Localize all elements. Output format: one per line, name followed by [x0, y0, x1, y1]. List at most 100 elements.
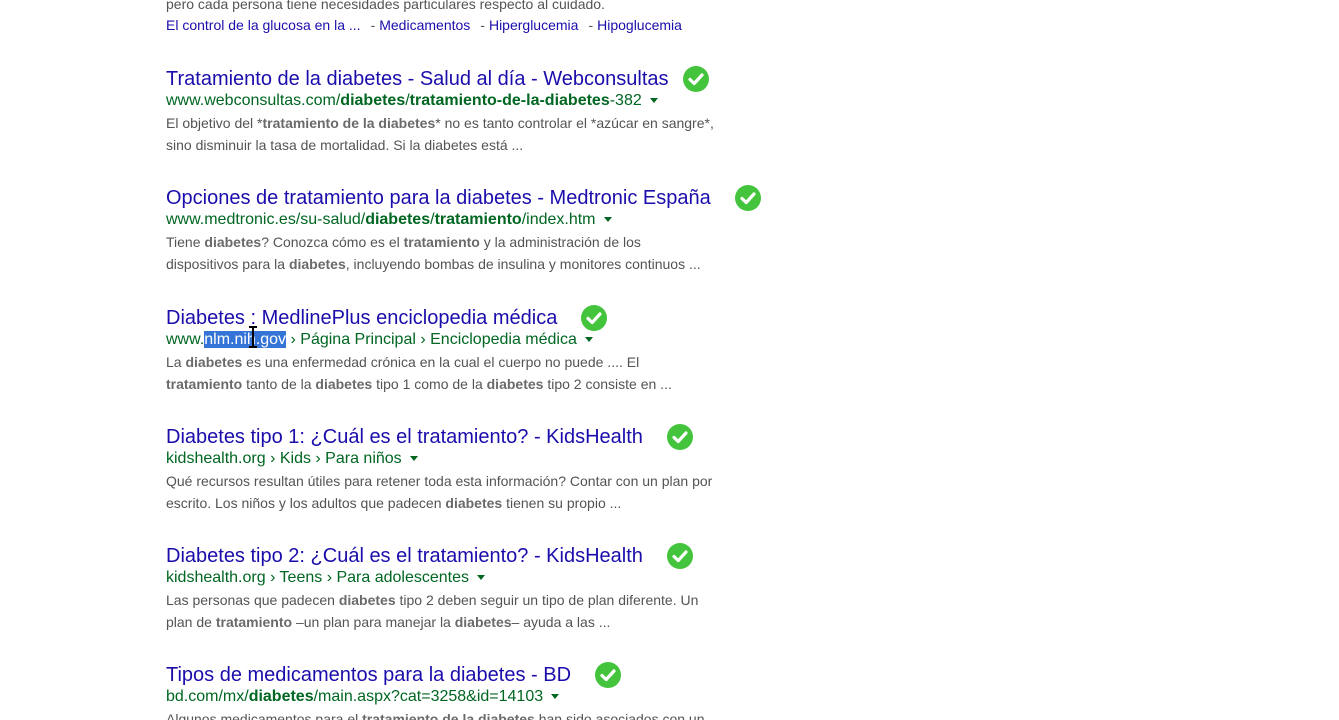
check-icon [666, 543, 693, 569]
sitelinks: El control de la glucosa en la ... - Medic… [166, 14, 866, 36]
result-url: kidshealth.org › Teens › Para adolescent… [166, 568, 846, 588]
snippet-text: escrito. Los niños y los adultos que pad… [166, 495, 446, 511]
result-snippet: Algunos medicamentos para el tratamiento… [166, 708, 846, 720]
snippet-text: * no es tanto controlar el *azúcar en sa… [435, 115, 714, 131]
url-text: www.webconsultas.com/diabetes/tratamient… [166, 92, 642, 109]
sitelink[interactable]: Hiperglucemia [489, 17, 578, 33]
snippet-line: escrito. Los niños y los adultos que pad… [166, 492, 846, 514]
snippet-text: Tiene [166, 234, 205, 250]
result-snippet: La diabetes es una enfermedad crónica en… [166, 351, 846, 395]
sitelink-separator: - [480, 17, 485, 33]
url-segment: kidshealth.org › Teens › Para adolescent… [166, 569, 469, 586]
url-segment: kidshealth.org › Kids › Para niños [166, 450, 402, 467]
url-text: www.medtronic.es/su-salud/diabetes/trata… [166, 211, 596, 228]
snippet-text: tienen su propio ... [502, 495, 622, 511]
snippet-keyword: tratamiento [403, 234, 480, 250]
partial-result-top: pero cada persona tiene necesidades part… [166, 0, 866, 36]
search-results-page: pero cada persona tiene necesidades part… [0, 0, 1339, 720]
result-url: www.medtronic.es/su-salud/diabetes/trata… [166, 210, 846, 230]
sitelink[interactable]: Hipoglucemia [597, 17, 682, 33]
url-dropdown-arrow-icon[interactable] [409, 456, 418, 462]
snippet-keyword: diabetes [315, 376, 373, 392]
snippet-text: ? Conozca cómo es el [261, 234, 404, 250]
snippet-text: La [166, 354, 186, 370]
search-result: Diabetes : MedlinePlus enciclopedia médi… [166, 305, 846, 395]
url-keyword: diabetes [340, 92, 406, 109]
result-title-link[interactable]: Tratamiento de la diabetes - Salud al dí… [166, 66, 669, 92]
search-result: Diabetes tipo 1: ¿Cuál es el tratamiento… [166, 424, 846, 514]
check-icon [666, 424, 693, 450]
url-segment: bd.com/mx/ [166, 688, 249, 705]
snippet-text: sino disminuir la tasa de mortalidad. Si… [166, 137, 524, 153]
snippet-text: plan de [166, 614, 216, 630]
snippet-text: Qué recursos resultan útiles para retene… [166, 473, 713, 489]
snippet-line: La diabetes es una enfermedad crónica en… [166, 351, 846, 373]
sitelink[interactable]: Medicamentos [379, 17, 470, 33]
selected-url-text[interactable]: nlm.nih.gov [204, 331, 287, 348]
result-url: bd.com/mx/diabetes/main.aspx?cat=3258&id… [166, 687, 846, 707]
snippet-text: –un plan para manejar la [292, 614, 455, 630]
snippet-line: dispositivos para la diabetes, incluyend… [166, 253, 846, 275]
url-dropdown-arrow-icon[interactable] [477, 575, 485, 581]
search-result: Tratamiento de la diabetes - Salud al dí… [166, 66, 846, 156]
result-url: www.nlm.nih.gov › Página Principal › Enc… [166, 330, 846, 350]
result-title-link[interactable]: Diabetes tipo 1: ¿Cuál es el tratamiento… [166, 424, 643, 450]
url-dropdown-arrow-icon[interactable] [603, 217, 612, 223]
url-dropdown-arrow-icon[interactable] [584, 337, 593, 343]
snippet-text: El objetivo del * [166, 115, 263, 131]
snippet-line: Algunos medicamentos para el tratamiento… [166, 708, 846, 720]
result-title-link[interactable]: Diabetes : MedlinePlus enciclopedia médi… [166, 305, 557, 331]
result-title-link[interactable]: Opciones de tratamiento para la diabetes… [166, 185, 711, 211]
snippet-line: tratamiento tanto de la diabetes tipo 1 … [166, 373, 846, 395]
url-keyword: tratamiento [434, 211, 522, 228]
result-title-link[interactable]: Diabetes tipo 2: ¿Cuál es el tratamiento… [166, 543, 643, 569]
url-keyword: diabetes [248, 688, 314, 705]
result-snippet: pero cada persona tiene necesidades part… [166, 0, 605, 12]
snippet-text: Algunos medicamentos para el [166, 711, 363, 720]
snippet-text: – ayuda a las ... [511, 614, 611, 630]
snippet-text: , incluyendo bombas de insulina y monito… [345, 256, 701, 272]
url-segment: /index.htm [521, 211, 596, 228]
check-icon [682, 66, 709, 92]
snippet-text: y la administración de los [479, 234, 641, 250]
url-segment: www.webconsultas.com/ [166, 92, 341, 109]
snippet-keyword: diabetes [454, 614, 512, 630]
snippet-keyword: tratamiento [215, 614, 293, 630]
url-dropdown-arrow-icon[interactable] [649, 98, 658, 104]
url-segment: /main.aspx?cat=3258&id=14103 [313, 688, 544, 705]
snippet-keyword: diabetes [185, 354, 243, 370]
url-prefix: www. [166, 331, 205, 348]
snippet-text: tipo 1 como de la [372, 376, 487, 392]
snippet-text: Las personas que padecen [166, 592, 339, 608]
sitelink-separator: - [370, 17, 376, 33]
snippet-text: tanto de la [242, 376, 316, 392]
sitelink[interactable]: El control de la glucosa en la ... [166, 17, 361, 33]
snippet-keyword: tratamiento [166, 376, 243, 392]
snippet-keyword: diabetes [445, 495, 503, 511]
result-snippet: El objetivo del *tratamiento de la diabe… [166, 112, 846, 156]
text-cursor-icon [249, 326, 257, 348]
check-icon [595, 662, 622, 688]
snippet-keyword: diabetes [288, 256, 346, 272]
url-dropdown-arrow-icon[interactable] [551, 694, 560, 700]
url-text: bd.com/mx/diabetes/main.aspx?cat=3258&id… [166, 688, 543, 705]
url-segment: -382 [609, 92, 642, 109]
snippet-line: Qué recursos resultan útiles para retene… [166, 470, 846, 492]
snippet-keyword: tratamiento de la diabetes [362, 711, 535, 720]
result-title-link[interactable]: Tipos de medicamentos para la diabetes -… [166, 662, 571, 688]
snippet-text: tipo 2 deben seguir un tipo de plan dife… [395, 592, 699, 608]
snippet-line: sino disminuir la tasa de mortalidad. Si… [166, 134, 846, 156]
snippet-line: El objetivo del *tratamiento de la diabe… [166, 112, 846, 134]
url-text: kidshealth.org › Kids › Para niños [166, 450, 402, 467]
result-snippet: Tiene diabetes? Conozca cómo es el trata… [166, 231, 846, 275]
snippet-keyword: diabetes [204, 234, 262, 250]
result-url: kidshealth.org › Kids › Para niños [166, 449, 846, 469]
snippet-line: Tiene diabetes? Conozca cómo es el trata… [166, 231, 846, 253]
snippet-text: es una enfermedad crónica en la cual el … [242, 354, 640, 370]
check-icon [734, 185, 761, 211]
snippet-line: plan de tratamiento –un plan para maneja… [166, 611, 846, 633]
sitelink-separator: - [588, 17, 594, 33]
snippet-keyword: diabetes [338, 592, 396, 608]
url-breadcrumb: › Página Principal › Enciclopedia médica [286, 331, 577, 348]
snippet-text: tipo 2 consiste en ... [543, 376, 672, 392]
